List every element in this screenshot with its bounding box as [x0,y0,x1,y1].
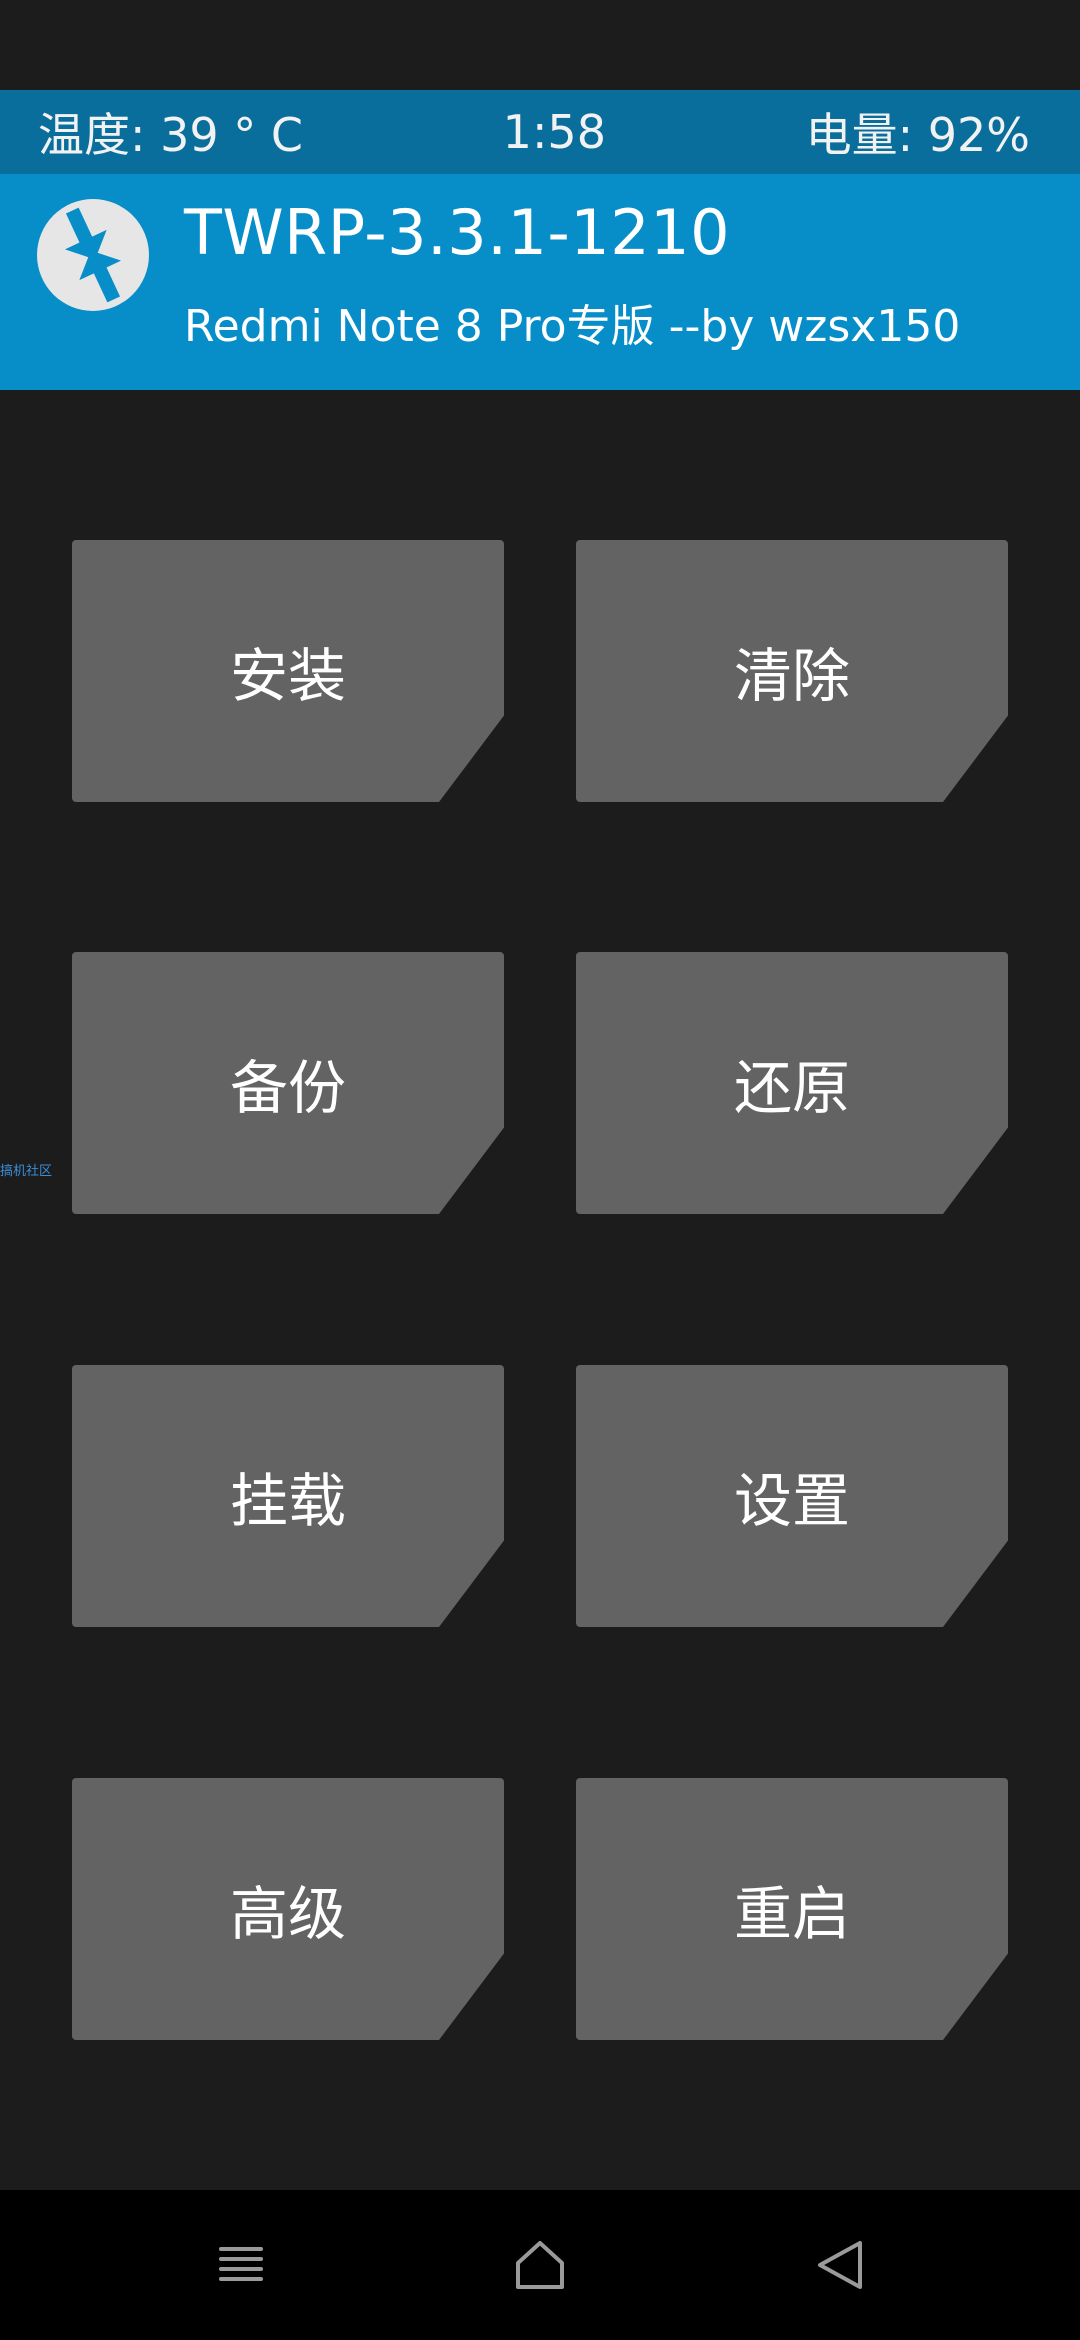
backup-button-label: 备份 [229,1054,346,1122]
battery-readout: 电量: 92% [805,108,1030,162]
wipe-button-label: 清除 [733,642,850,710]
watermark: 搞机社区 [0,1164,53,1179]
install-button[interactable]: 安装 [72,540,504,802]
temperature-readout: 温度: 39 ° C [38,108,304,162]
mount-button[interactable]: 挂载 [72,1365,504,1627]
restore-button-label: 还原 [733,1054,850,1122]
home-icon[interactable] [495,2220,585,2310]
restore-button[interactable]: 还原 [576,952,1008,1214]
advanced-button-label: 高级 [229,1880,346,1948]
reboot-button-label: 重启 [733,1880,850,1948]
backup-button[interactable]: 备份 [72,952,504,1214]
reboot-button[interactable]: 重启 [576,1778,1008,2040]
clock: 1:58 [502,105,606,159]
top-spacer [0,0,1080,90]
app-header: TWRP-3.3.1-1210 Redmi Note 8 Pro专版 --by … [0,174,1080,390]
menu-icon[interactable] [196,2220,286,2310]
wipe-button[interactable]: 清除 [576,540,1008,802]
back-icon[interactable] [795,2220,885,2310]
advanced-button[interactable]: 高级 [72,1778,504,2040]
settings-button-label: 设置 [733,1467,850,1535]
mount-button-label: 挂载 [229,1467,346,1535]
navigation-bar [0,2190,1080,2340]
app-title: TWRP-3.3.1-1210 [184,196,731,269]
install-button-label: 安装 [229,642,346,710]
settings-button[interactable]: 设置 [576,1365,1008,1627]
status-bar: 温度: 39 ° C 1:58 电量: 92% [0,90,1080,174]
app-subtitle: Redmi Note 8 Pro专版 --by wzsx150 [184,301,961,352]
twrp-main-screen: 温度: 39 ° C 1:58 电量: 92% TWRP-3.3.1-1210 … [0,0,1080,2340]
twrp-logo-icon [36,198,150,312]
